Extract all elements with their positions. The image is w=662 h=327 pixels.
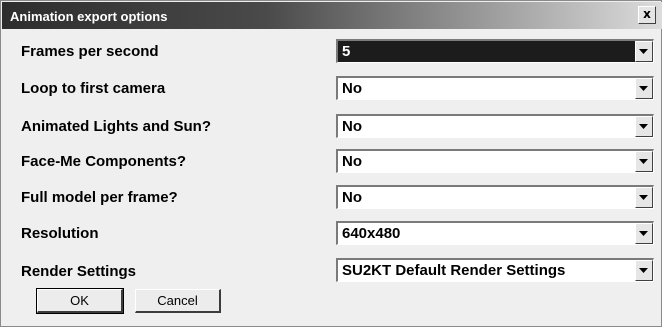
resolution-value: 640x480 <box>342 225 401 242</box>
chevron-down-icon <box>639 268 648 273</box>
chevron-down-icon <box>639 124 648 129</box>
chevron-down-icon <box>639 195 648 200</box>
title-bar[interactable]: Animation export options x <box>2 2 662 29</box>
dialog-title: Animation export options <box>10 9 168 24</box>
loop-to-first-camera-select[interactable]: No <box>336 76 654 100</box>
animated-lights-and-sun-value: No <box>342 118 362 135</box>
animated-lights-and-sun-dropdown-button[interactable] <box>635 116 653 137</box>
animation-export-dialog: Animation export options x Frames per se… <box>0 0 662 327</box>
render-settings-select[interactable]: SU2KT Default Render Settings <box>336 258 654 282</box>
close-button[interactable]: x <box>638 6 656 24</box>
face-me-components-label: Face-Me Components? <box>21 153 187 170</box>
frames-per-second-dropdown-button[interactable] <box>635 41 653 62</box>
animated-lights-and-sun-label: Animated Lights and Sun? <box>21 118 211 135</box>
full-model-per-frame-value: No <box>342 189 362 206</box>
chevron-down-icon <box>639 49 648 54</box>
loop-to-first-camera-dropdown-button[interactable] <box>635 78 653 99</box>
close-icon: x <box>643 7 651 21</box>
frames-per-second-label: Frames per second <box>21 43 159 60</box>
frames-per-second-select[interactable]: 5 <box>336 39 654 63</box>
resolution-dropdown-button[interactable] <box>635 223 653 244</box>
cancel-button[interactable]: Cancel <box>135 289 221 313</box>
chevron-down-icon <box>639 231 648 236</box>
render-settings-value: SU2KT Default Render Settings <box>342 262 566 279</box>
ok-button[interactable]: OK <box>36 288 124 314</box>
face-me-components-dropdown-button[interactable] <box>635 151 653 172</box>
render-settings-label: Render Settings <box>21 263 137 280</box>
resolution-label: Resolution <box>21 225 99 242</box>
frames-per-second-value: 5 <box>342 43 351 60</box>
chevron-down-icon <box>639 159 648 164</box>
full-model-per-frame-dropdown-button[interactable] <box>635 187 653 208</box>
face-me-components-value: No <box>342 153 362 170</box>
full-model-per-frame-label: Full model per frame? <box>21 189 178 206</box>
full-model-per-frame-select[interactable]: No <box>336 185 654 209</box>
face-me-components-select[interactable]: No <box>336 149 654 173</box>
animated-lights-and-sun-select[interactable]: No <box>336 114 654 138</box>
loop-to-first-camera-value: No <box>342 80 362 97</box>
chevron-down-icon <box>639 86 648 91</box>
loop-to-first-camera-label: Loop to first camera <box>21 80 166 97</box>
render-settings-dropdown-button[interactable] <box>635 260 653 281</box>
resolution-select[interactable]: 640x480 <box>336 221 654 245</box>
